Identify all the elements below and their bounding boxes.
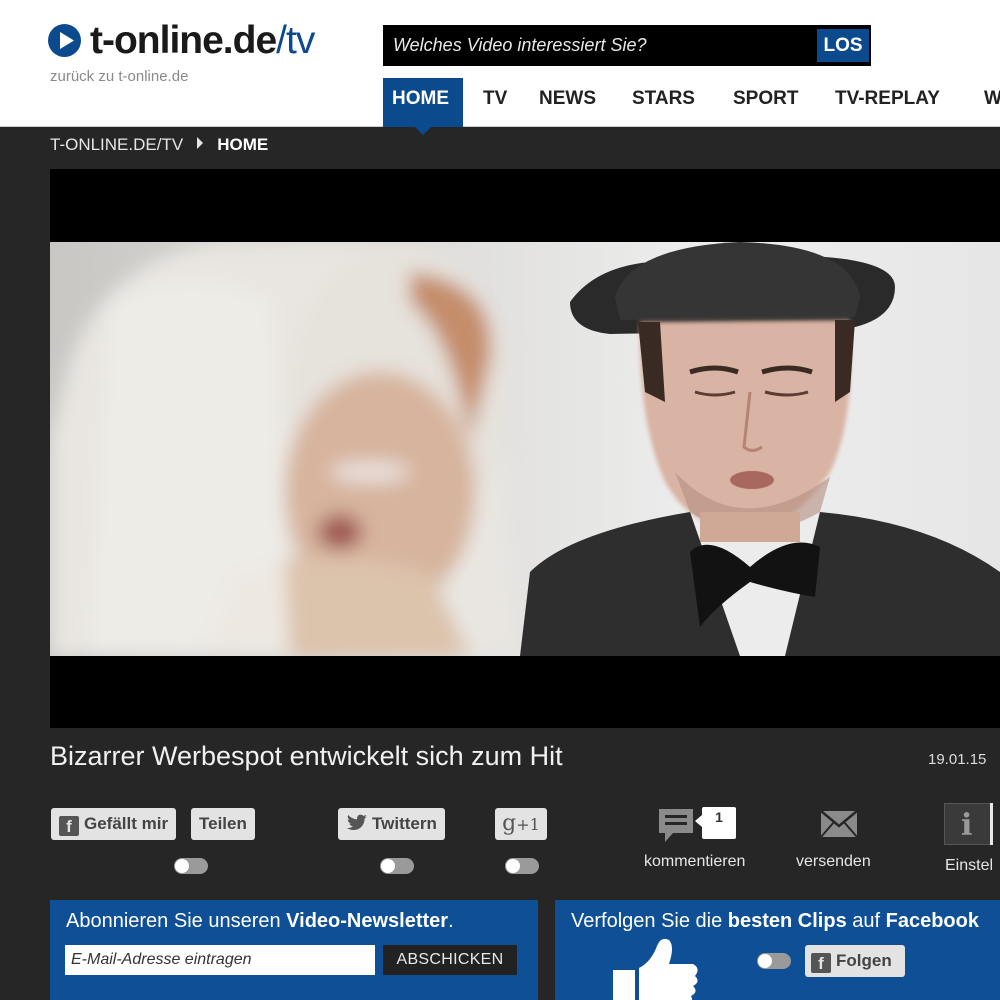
google-plus-button[interactable]: g+1 [495, 808, 547, 840]
video-frame [50, 242, 1000, 656]
nav-item-sport[interactable]: SPORT [724, 78, 807, 127]
video-date: 19.01.15 [928, 751, 987, 768]
newsletter-submit-button[interactable]: ABSCHICKEN [383, 945, 517, 975]
comment-count-badge: 1 [695, 807, 736, 839]
back-to-t-online-link[interactable]: zurück zu t-online.de [50, 68, 188, 85]
nav-item-home[interactable]: HOME [383, 78, 463, 135]
twitter-icon [346, 811, 368, 843]
twitter-button[interactable]: Twittern [338, 808, 445, 840]
play-logo-icon[interactable] [48, 24, 81, 57]
google-plus-icon: g [502, 811, 517, 836]
facebook-like-button[interactable]: f Gefällt mir [51, 808, 177, 840]
facebook-privacy-toggle[interactable] [174, 858, 208, 874]
search-bar: LOS [383, 25, 871, 66]
breadcrumb-root[interactable]: T-ONLINE.DE/TV [50, 135, 183, 154]
facebook-follow-panel: Verfolgen Sie die besten Clips auf Faceb… [555, 900, 1000, 1000]
info-box-edge [990, 803, 993, 845]
google-plus-privacy-toggle[interactable] [505, 858, 539, 874]
twitter-privacy-toggle[interactable] [380, 858, 414, 874]
facebook-share-button[interactable]: Teilen [191, 808, 255, 840]
site-header: t-online.de/tv zurück zu t-online.de LOS… [0, 0, 1000, 135]
comment-icon[interactable] [657, 807, 695, 850]
search-button[interactable]: LOS [817, 29, 869, 62]
video-player[interactable] [50, 169, 1000, 728]
nav-item-stars[interactable]: STARS [623, 78, 704, 127]
breadcrumb-current: HOME [217, 135, 269, 154]
newsletter-panel: Abonnieren Sie unseren Video-Newsletter.… [50, 900, 538, 1000]
thumbs-up-icon [609, 936, 699, 1000]
facebook-follow-button[interactable]: f Folgen [805, 945, 905, 977]
breadcrumb: T-ONLINE.DE/TV HOME [50, 135, 268, 155]
search-input[interactable] [384, 26, 814, 65]
nav-item-tv[interactable]: TV [474, 78, 516, 127]
facebook-icon: f [59, 816, 79, 836]
nav-item-more[interactable]: W [975, 78, 1000, 127]
newsletter-heading: Abonnieren Sie unseren Video-Newsletter. [66, 910, 454, 932]
site-logo[interactable]: t-online.de/tv [90, 18, 315, 64]
facebook-follow-heading: Verfolgen Sie die besten Clips auf Faceb… [571, 910, 979, 932]
video-title: Bizarrer Werbespot entwickelt sich zum H… [50, 741, 563, 771]
newsletter-email-input[interactable] [65, 945, 375, 975]
breadcrumb-arrow-icon [197, 137, 204, 149]
envelope-icon[interactable] [820, 810, 858, 843]
comment-label[interactable]: kommentieren [644, 853, 745, 871]
nav-item-news[interactable]: NEWS [530, 78, 605, 127]
facebook-follow-privacy-toggle[interactable] [757, 953, 791, 969]
send-label[interactable]: versenden [796, 853, 871, 871]
settings-label[interactable]: Einstel [945, 857, 993, 875]
info-icon[interactable]: i [944, 803, 992, 845]
nav-item-tv-replay[interactable]: TV-REPLAY [826, 78, 949, 127]
facebook-icon: f [811, 953, 831, 973]
